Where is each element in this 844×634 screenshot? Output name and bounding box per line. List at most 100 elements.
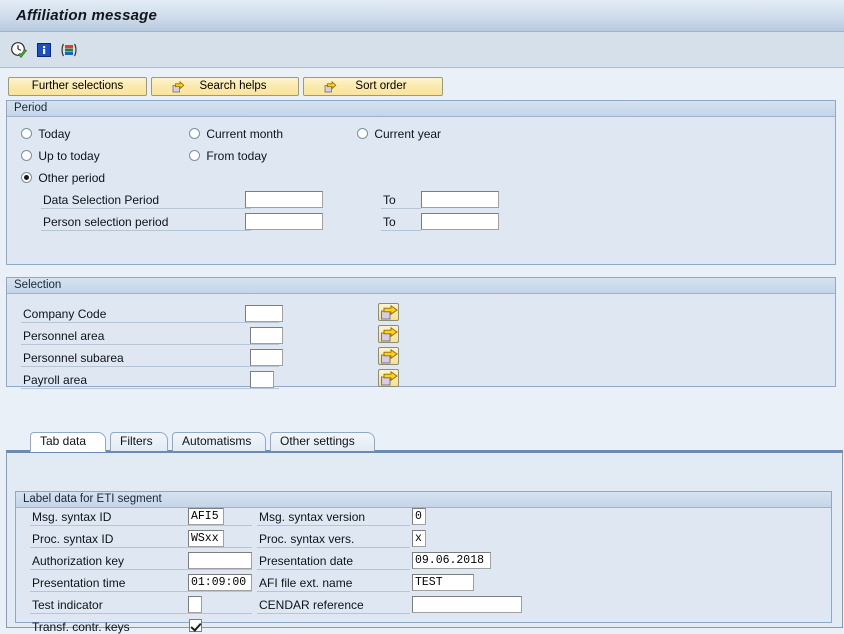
- page-title: Affiliation message: [16, 7, 158, 24]
- divider: [21, 366, 279, 367]
- label-data-group-title: Label data for ETI segment: [16, 492, 831, 508]
- transf-contr-keys-checkbox[interactable]: [189, 619, 202, 632]
- radio-current-month[interactable]: Current month: [189, 127, 283, 141]
- proc-syntax-vers-input[interactable]: x: [412, 530, 426, 547]
- radio-from-today[interactable]: From today: [189, 149, 267, 163]
- period-group-title: Period: [7, 101, 835, 117]
- personnel-subarea-label: Personnel subarea: [23, 351, 124, 365]
- radio-from-today-label: From today: [206, 149, 268, 163]
- radio-other-period-label: Other period: [38, 171, 106, 185]
- data-selection-period-to-input[interactable]: [421, 191, 499, 208]
- payroll-area-input[interactable]: [250, 371, 274, 388]
- divider: [21, 344, 279, 345]
- divider: [21, 388, 279, 389]
- selection-group-title: Selection: [7, 278, 835, 294]
- radio-today-label: Today: [38, 127, 71, 141]
- person-selection-period-label: Person selection period: [43, 215, 169, 229]
- afi-file-ext-name-label: AFI file ext. name: [259, 576, 353, 590]
- period-group: Period Today Current month Current year …: [6, 100, 836, 351]
- presentation-date-input[interactable]: 09.06.2018: [412, 552, 491, 569]
- divider: [257, 525, 410, 526]
- proc-syntax-id-input[interactable]: WSxx: [188, 530, 224, 547]
- divider: [21, 322, 279, 323]
- sort-order-label: Sort order: [355, 80, 407, 92]
- tab-strip: Tab data Filters Automatisms Other setti…: [6, 432, 843, 634]
- personnel-subarea-multiple-selection-button[interactable]: [378, 347, 399, 365]
- divider: [257, 591, 410, 592]
- sort-order-button[interactable]: Sort order: [303, 77, 443, 96]
- presentation-time-label: Presentation time: [32, 576, 126, 590]
- msg-syntax-id-input[interactable]: AFI5: [188, 508, 224, 525]
- proc-syntax-vers-label: Proc. syntax vers.: [259, 532, 355, 546]
- further-selections-button[interactable]: Further selections: [8, 77, 147, 96]
- personnel-subarea-input[interactable]: [250, 349, 283, 366]
- cendar-reference-label: CENDAR reference: [259, 598, 364, 612]
- divider: [41, 208, 251, 209]
- company-code-input[interactable]: [245, 305, 283, 322]
- tab-automatisms[interactable]: Automatisms: [172, 432, 266, 451]
- data-selection-period-input[interactable]: [245, 191, 323, 208]
- tab-other-settings[interactable]: Other settings: [270, 432, 375, 451]
- authorization-key-input[interactable]: [188, 552, 252, 569]
- tab-tab-data[interactable]: Tab data: [30, 432, 106, 452]
- personnel-area-multiple-selection-button[interactable]: [378, 325, 399, 343]
- radio-current-year-label: Current year: [374, 127, 442, 141]
- radio-other-period[interactable]: Other period: [21, 171, 105, 185]
- proc-syntax-id-label: Proc. syntax ID: [32, 532, 114, 546]
- radio-other-period-control[interactable]: [21, 172, 32, 183]
- radio-current-year[interactable]: Current year: [357, 127, 441, 141]
- radio-up-to-today-control[interactable]: [21, 150, 32, 161]
- divider: [41, 230, 251, 231]
- divider: [381, 208, 421, 209]
- tab-filters[interactable]: Filters: [110, 432, 168, 451]
- radio-from-today-control[interactable]: [189, 150, 200, 161]
- arrow-right-icon: [156, 80, 185, 93]
- divider: [30, 525, 252, 526]
- payroll-area-label: Payroll area: [23, 373, 88, 387]
- divider: [257, 569, 410, 570]
- payroll-area-multiple-selection-button[interactable]: [378, 369, 399, 387]
- radio-today-control[interactable]: [21, 128, 32, 139]
- info-icon[interactable]: [35, 41, 53, 59]
- divider: [257, 547, 410, 548]
- data-selection-period-to-label: To: [383, 193, 396, 207]
- radio-up-to-today-label: Up to today: [38, 149, 100, 163]
- cendar-reference-input[interactable]: [412, 596, 522, 613]
- divider: [381, 230, 421, 231]
- person-selection-period-input[interactable]: [245, 213, 323, 230]
- toolbar: © www.tutorialkart.com: [0, 32, 844, 93]
- personnel-area-label: Personnel area: [23, 329, 105, 343]
- search-helps-button[interactable]: Search helps: [151, 77, 299, 96]
- authorization-key-label: Authorization key: [32, 554, 125, 568]
- person-selection-period-to-label: To: [383, 215, 396, 229]
- test-indicator-label: Test indicator: [32, 598, 103, 612]
- msg-syntax-version-label: Msg. syntax version: [259, 510, 366, 524]
- presentation-time-input[interactable]: 01:09:00: [188, 574, 252, 591]
- radio-current-month-control[interactable]: [189, 128, 200, 139]
- test-indicator-input[interactable]: [188, 596, 202, 613]
- msg-syntax-id-label: Msg. syntax ID: [32, 510, 112, 524]
- radio-today[interactable]: Today: [21, 127, 70, 141]
- presentation-date-label: Presentation date: [259, 554, 354, 568]
- msg-syntax-version-input[interactable]: 0: [412, 508, 426, 525]
- transf-contr-keys-label: Transf. contr. keys: [32, 620, 130, 634]
- company-code-multiple-selection-button[interactable]: [378, 303, 399, 321]
- divider: [257, 613, 410, 614]
- execute-clock-icon[interactable]: [10, 41, 28, 59]
- divider: [30, 547, 252, 548]
- search-helps-label: Search helps: [199, 80, 267, 92]
- window-title-bar: Affiliation message: [0, 0, 844, 32]
- person-selection-period-to-input[interactable]: [421, 213, 499, 230]
- afi-file-ext-name-input[interactable]: TEST: [412, 574, 474, 591]
- personnel-area-input[interactable]: [250, 327, 283, 344]
- divider: [30, 613, 252, 614]
- variant-icon[interactable]: [60, 41, 78, 59]
- radio-current-year-control[interactable]: [357, 128, 368, 139]
- radio-current-month-label: Current month: [206, 127, 284, 141]
- selection-group: Selection Company Code Personnel area Pe…: [6, 277, 836, 389]
- company-code-label: Company Code: [23, 307, 107, 321]
- radio-up-to-today[interactable]: Up to today: [21, 149, 100, 163]
- data-selection-period-label: Data Selection Period: [43, 193, 160, 207]
- arrow-right-icon: [308, 80, 337, 93]
- label-data-group: Label data for ETI segment Msg. syntax I…: [15, 491, 832, 634]
